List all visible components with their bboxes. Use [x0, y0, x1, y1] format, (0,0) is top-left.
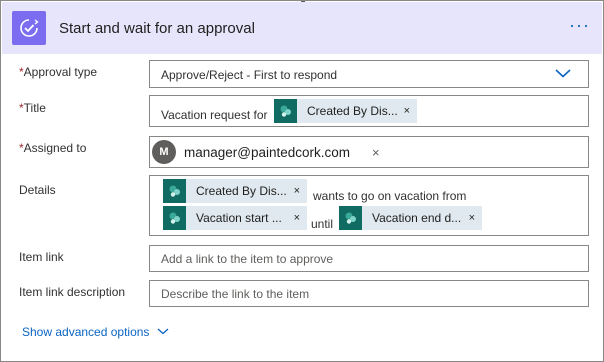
details-token-vacation-start[interactable]: Vacation start ... ×: [163, 206, 307, 230]
details-text-1: wants to go on vacation from: [313, 189, 467, 203]
title-input[interactable]: Vacation request for Created By Dis... ×: [149, 95, 589, 127]
remove-token-button[interactable]: ×: [294, 212, 300, 224]
token-label: Vacation start ...: [196, 211, 282, 225]
approval-type-select[interactable]: Approve/Reject - First to respond: [149, 60, 589, 88]
details-label: Details: [19, 183, 56, 197]
action-title: Start and wait for an approval: [59, 19, 255, 37]
title-label: *Title: [19, 101, 46, 115]
sharepoint-icon: [163, 179, 186, 203]
item-link-label: Item link: [19, 250, 64, 264]
details-token-created-by[interactable]: Created By Dis... ×: [163, 179, 307, 203]
sharepoint-icon: [339, 206, 362, 230]
avatar: M: [152, 140, 176, 164]
assigned-to-input[interactable]: M manager@paintedcork.com ×: [149, 136, 589, 168]
token-label: Vacation end d...: [372, 211, 462, 225]
remove-token-button[interactable]: ×: [294, 185, 300, 197]
chevron-down-icon: [157, 324, 169, 338]
chevron-down-icon[interactable]: [554, 67, 572, 82]
title-dynamic-token[interactable]: Created By Dis... ×: [274, 99, 417, 123]
details-input[interactable]: Created By Dis... × wants to go on vacat…: [149, 175, 589, 236]
item-link-placeholder: Add a link to the item to approve: [161, 252, 334, 266]
details-text-2: until: [311, 217, 334, 231]
title-prefix-text: Vacation request for: [161, 108, 268, 122]
token-label: Created By Dis...: [307, 104, 398, 118]
person-pill[interactable]: M manager@paintedcork.com ×: [152, 139, 380, 165]
show-advanced-options-link[interactable]: Show advanced options: [22, 325, 169, 339]
sharepoint-icon: [274, 99, 297, 123]
advanced-options-label: Show advanced options: [22, 325, 150, 339]
approval-action-card: Start and wait for an approval ··· *Appr…: [0, 0, 604, 362]
sharepoint-icon: [163, 206, 186, 230]
more-options-button[interactable]: ···: [569, 16, 590, 34]
item-link-description-input[interactable]: Describe the link to the item: [149, 280, 589, 307]
person-email: manager@paintedcork.com: [184, 144, 351, 160]
remove-token-button[interactable]: ×: [469, 212, 475, 224]
item-link-input[interactable]: Add a link to the item to approve: [149, 245, 589, 272]
approval-type-label: *Approval type: [19, 65, 98, 79]
assigned-to-label: *Assigned to: [19, 141, 87, 155]
approval-type-value: Approve/Reject - First to respond: [161, 68, 338, 82]
token-label: Created By Dis...: [196, 184, 287, 198]
remove-person-button[interactable]: ×: [372, 145, 380, 160]
item-link-description-label: Item link description: [19, 285, 126, 299]
approval-check-icon: [12, 11, 46, 45]
item-link-description-placeholder: Describe the link to the item: [161, 287, 310, 301]
action-header[interactable]: Start and wait for an approval ···: [2, 2, 602, 54]
details-token-vacation-end[interactable]: Vacation end d... ×: [339, 206, 482, 230]
remove-token-button[interactable]: ×: [404, 105, 410, 117]
